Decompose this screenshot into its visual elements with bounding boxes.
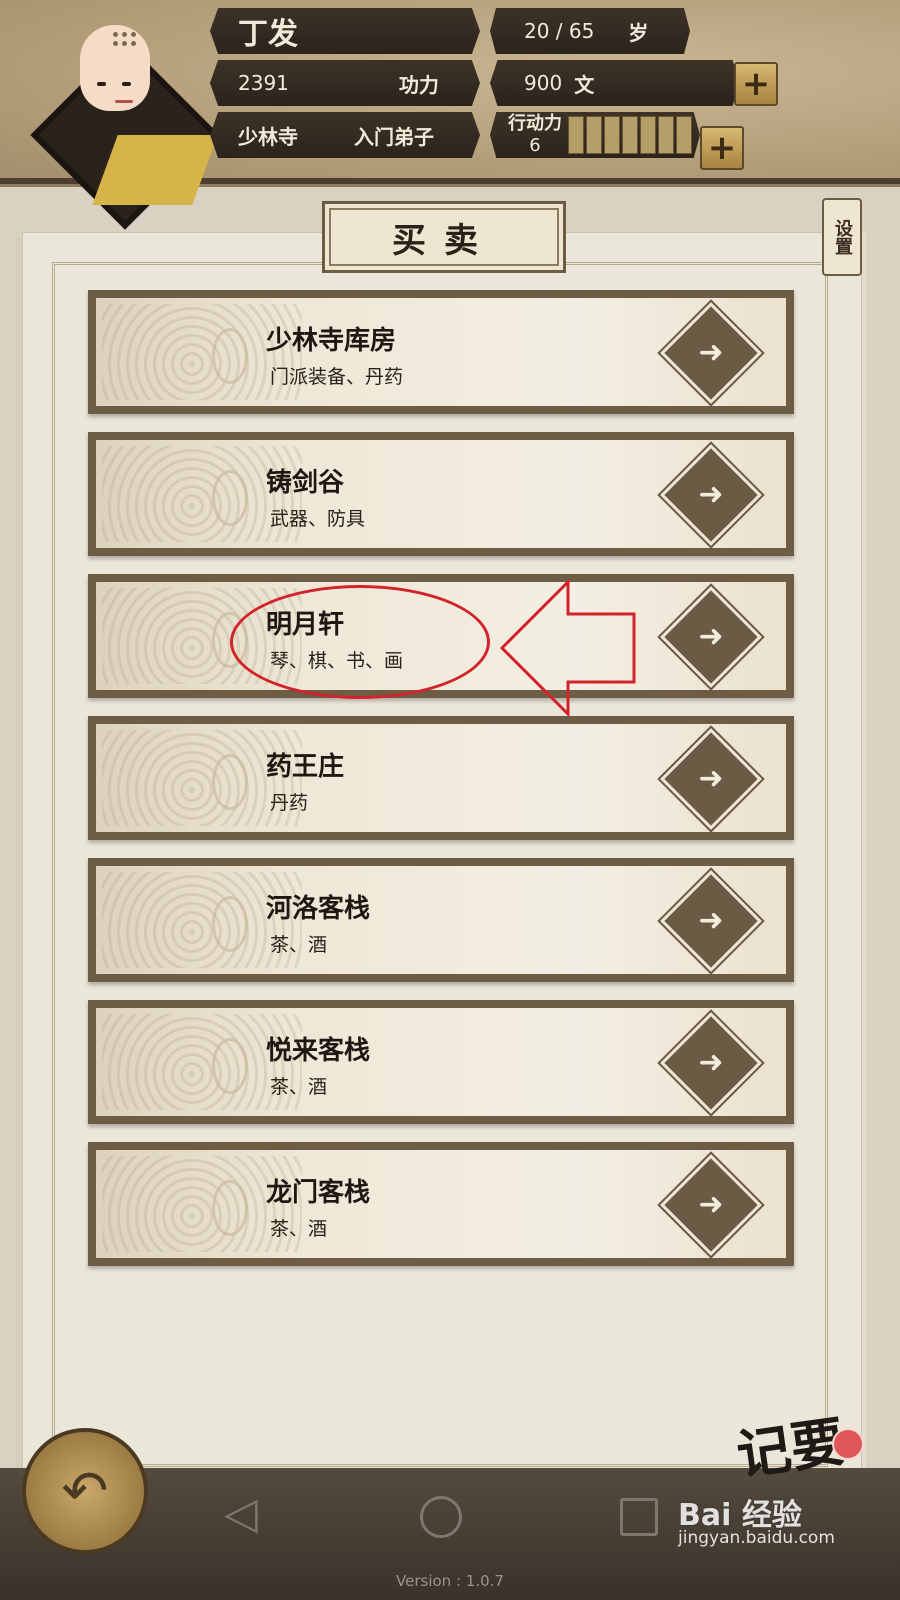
hand-arrow-icon: ➜ bbox=[698, 335, 724, 370]
hand-arrow-icon: ➜ bbox=[698, 1187, 724, 1222]
ornament-icon bbox=[212, 896, 248, 952]
hand-arrow-icon: ➜ bbox=[698, 903, 724, 938]
page-title: 买卖 bbox=[322, 201, 566, 273]
action-value: 6 bbox=[529, 135, 541, 156]
enter-shop-button[interactable]: ➜ bbox=[664, 874, 758, 968]
ornament-icon bbox=[212, 754, 248, 810]
power-value: 2391 bbox=[238, 71, 289, 95]
shop-item-heluo-inn[interactable]: 河洛客栈 茶、酒 ➜ bbox=[88, 858, 794, 982]
shop-item-yaowang-manor[interactable]: 药王庄 丹药 ➜ bbox=[88, 716, 794, 840]
notebook-label: 记要 bbox=[732, 1408, 849, 1488]
shop-desc: 茶、酒 bbox=[270, 934, 328, 956]
hand-arrow-icon: ➜ bbox=[698, 1045, 724, 1080]
shop-name: 少林寺库房 bbox=[266, 326, 397, 356]
shop-desc: 丹药 bbox=[270, 792, 309, 814]
system-back-icon[interactable]: ◁ bbox=[224, 1488, 258, 1539]
system-recent-icon[interactable] bbox=[620, 1498, 658, 1536]
shop-name: 铸剑谷 bbox=[266, 468, 345, 498]
eye-left bbox=[97, 82, 106, 86]
ornament-icon bbox=[212, 1038, 248, 1094]
enter-shop-button[interactable]: ➜ bbox=[664, 1016, 758, 1110]
sect-bar: 少林寺 入门弟子 bbox=[210, 112, 480, 158]
age-bar: 20 / 65 岁 bbox=[490, 8, 690, 54]
version-label: Version : 1.0.7 bbox=[396, 1572, 504, 1590]
shop-item-longmen-inn[interactable]: 龙门客栈 茶、酒 ➜ bbox=[88, 1142, 794, 1266]
shop-name: 河洛客栈 bbox=[266, 894, 371, 924]
hand-arrow-icon: ➜ bbox=[698, 761, 724, 796]
shop-name: 龙门客栈 bbox=[266, 1178, 371, 1208]
ornament-icon bbox=[212, 470, 248, 526]
shop-desc: 茶、酒 bbox=[270, 1076, 328, 1098]
ornament-icon bbox=[212, 328, 248, 384]
add-action-button[interactable]: + bbox=[700, 126, 744, 170]
age-unit: 岁 bbox=[628, 20, 649, 45]
sect-rank: 入门弟子 bbox=[354, 124, 434, 149]
power-bar: 2391 功力 bbox=[210, 60, 480, 106]
shop-desc: 茶、酒 bbox=[270, 1218, 328, 1240]
enter-shop-button[interactable]: ➜ bbox=[664, 306, 758, 400]
hand-arrow-icon: ➜ bbox=[698, 477, 724, 512]
power-label: 功力 bbox=[398, 72, 439, 97]
money-unit: 文 bbox=[574, 72, 595, 97]
enter-shop-button[interactable]: ➜ bbox=[664, 448, 758, 542]
sect-name: 少林寺 bbox=[238, 124, 298, 149]
notification-dot bbox=[832, 1428, 864, 1460]
add-money-button[interactable]: + bbox=[734, 62, 778, 106]
action-bar: 行动力 6 bbox=[490, 112, 700, 158]
money-value: 900 bbox=[524, 71, 563, 95]
age-value: 20 / 65 bbox=[524, 19, 595, 43]
money-bar: 900 文 bbox=[490, 60, 740, 106]
baidu-watermark-url: jingyan.baidu.com bbox=[678, 1528, 835, 1548]
shop-desc: 武器、防具 bbox=[270, 508, 366, 530]
shop-item-yuelai-inn[interactable]: 悦来客栈 茶、酒 ➜ bbox=[88, 1000, 794, 1124]
shop-name: 悦来客栈 bbox=[266, 1036, 371, 1066]
system-home-icon[interactable] bbox=[420, 1496, 462, 1538]
shop-item-sword-valley[interactable]: 铸剑谷 武器、防具 ➜ bbox=[88, 432, 794, 556]
annotation-circle bbox=[230, 585, 490, 699]
back-button[interactable]: ↶ bbox=[22, 1428, 148, 1554]
ornament-icon bbox=[212, 1180, 248, 1236]
back-arrow-icon: ↶ bbox=[61, 1458, 109, 1524]
stamina-meter bbox=[568, 116, 692, 154]
hand-arrow-icon: ➜ bbox=[698, 619, 724, 654]
action-label: 行动力 bbox=[508, 113, 562, 134]
eye-right bbox=[122, 82, 131, 86]
enter-shop-button[interactable]: ➜ bbox=[664, 732, 758, 826]
settings-button[interactable]: 设置 bbox=[822, 198, 862, 276]
shop-name: 药王庄 bbox=[266, 752, 345, 782]
head-dots-icon bbox=[113, 32, 137, 56]
shop-desc: 门派装备、丹药 bbox=[270, 366, 404, 388]
enter-shop-button[interactable]: ➜ bbox=[664, 1158, 758, 1252]
annotation-arrow-icon bbox=[499, 578, 636, 718]
mouth bbox=[115, 100, 133, 103]
enter-shop-button[interactable]: ➜ bbox=[664, 590, 758, 684]
character-name: 丁发 bbox=[238, 17, 298, 52]
name-bar: 丁发 bbox=[210, 8, 480, 54]
shop-item-shaolin-storehouse[interactable]: 少林寺库房 门派装备、丹药 ➜ bbox=[88, 290, 794, 414]
